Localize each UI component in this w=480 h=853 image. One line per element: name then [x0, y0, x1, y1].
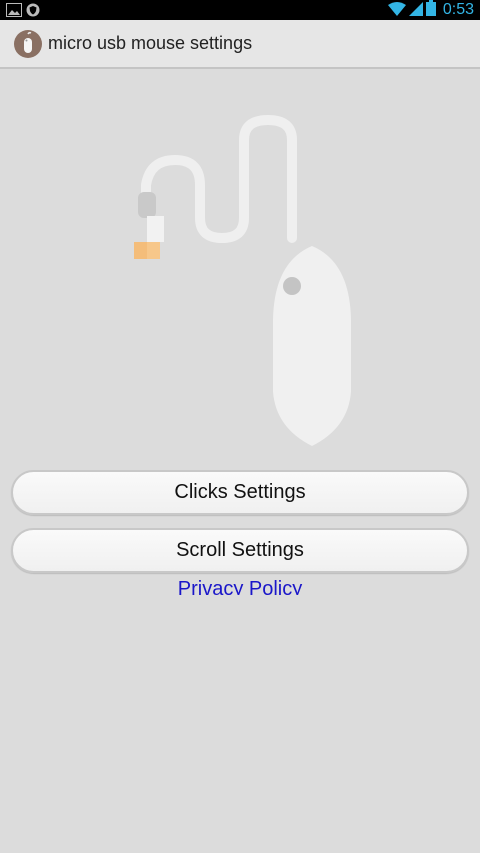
- mouse-body: [273, 246, 351, 446]
- action-bar: micro usb mouse settings: [0, 20, 480, 69]
- usb-plug-body: [138, 192, 156, 218]
- scroll-settings-button[interactable]: Scroll Settings: [11, 528, 469, 573]
- signal-icon: [408, 1, 423, 20]
- mouse-scroll-wheel: [283, 277, 301, 295]
- wifi-icon: [387, 1, 406, 20]
- clicks-settings-button[interactable]: Clicks Settings: [11, 470, 469, 515]
- shield-notification-icon: [26, 2, 40, 21]
- usb-mouse-illustration: [134, 114, 351, 446]
- clock-time: 0:53: [442, 1, 474, 18]
- mouse-app-icon[interactable]: [14, 29, 42, 58]
- image-notification-icon: [6, 2, 22, 21]
- privacy-policy-link[interactable]: Privacy Policy: [178, 578, 302, 595]
- battery-icon: [425, 0, 436, 20]
- usb-plug-neck: [147, 216, 164, 242]
- mouse-cable: [141, 114, 297, 244]
- status-bar: 0:53: [0, 0, 480, 20]
- privacy-policy-container: Privacy Policy: [0, 577, 480, 595]
- app-title: micro usb mouse settings: [48, 33, 253, 53]
